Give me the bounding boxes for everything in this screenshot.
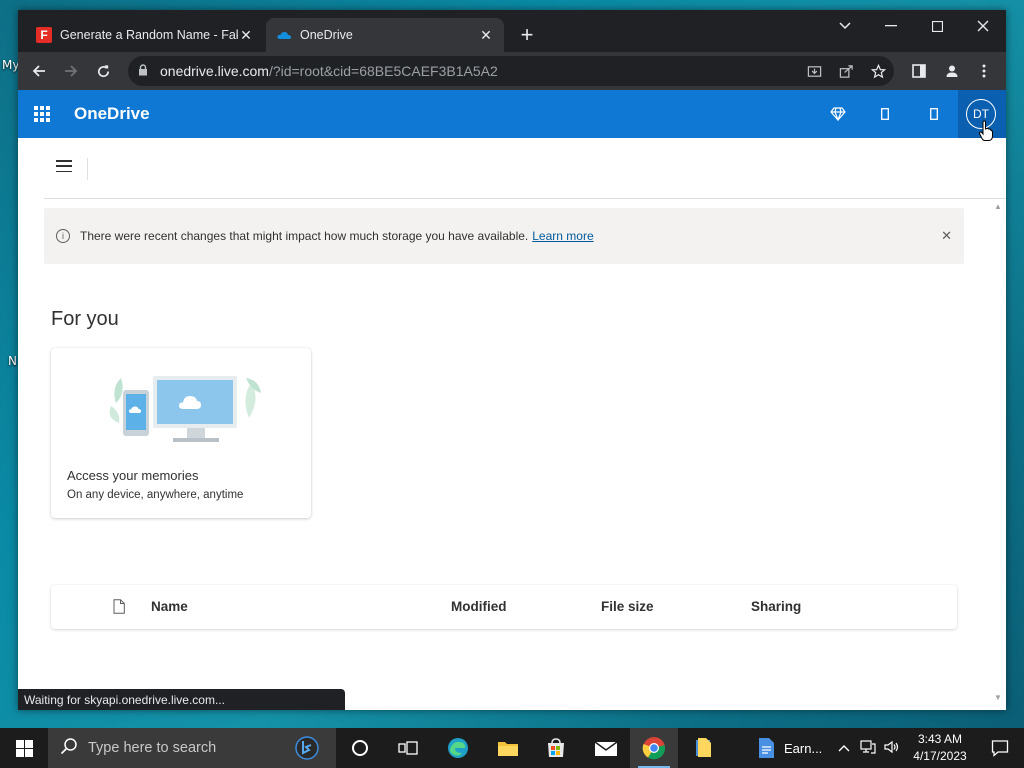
scroll-up-icon[interactable]: ▲ bbox=[994, 202, 1002, 211]
command-bar bbox=[44, 138, 1006, 199]
section-title-for-you: For you bbox=[51, 308, 119, 330]
windows-logo-icon bbox=[15, 739, 33, 757]
notifications-icon[interactable] bbox=[976, 728, 1024, 768]
profile-icon[interactable] bbox=[939, 58, 965, 84]
forward-icon[interactable] bbox=[58, 58, 84, 84]
banner-message: There were recent changes that might imp… bbox=[80, 229, 529, 243]
onedrive-brand[interactable]: OneDrive bbox=[74, 104, 150, 124]
onedrive-page: OneDrive DT i There were recent changes … bbox=[18, 90, 1006, 710]
url-host: onedrive.live.com bbox=[160, 63, 269, 79]
search-placeholder: Type here to search bbox=[88, 740, 217, 756]
mail-icon[interactable] bbox=[582, 728, 630, 768]
share-icon[interactable] bbox=[836, 61, 856, 81]
hamburger-menu-icon[interactable] bbox=[56, 160, 72, 172]
app-launcher-icon[interactable] bbox=[34, 106, 50, 122]
memories-card[interactable]: Access your memories On any device, anyw… bbox=[51, 348, 311, 518]
volume-icon[interactable] bbox=[884, 740, 900, 757]
browser-menu-icon[interactable] bbox=[971, 58, 997, 84]
column-header-file-size[interactable]: File size bbox=[601, 599, 654, 614]
main-content[interactable]: i There were recent changes that might i… bbox=[18, 198, 1006, 710]
dismiss-banner-icon[interactable]: ✕ bbox=[941, 228, 952, 244]
tab-onedrive[interactable]: OneDrive ✕ bbox=[266, 18, 504, 52]
tab-fake-name-generator[interactable]: F Generate a Random Name - Fake ✕ bbox=[26, 18, 264, 52]
earn-app-button[interactable]: Earn... bbox=[740, 728, 830, 768]
cortana-icon[interactable] bbox=[336, 728, 384, 768]
file-list-header: Name Modified File size Sharing bbox=[51, 585, 957, 629]
chrome-taskbar-icon[interactable] bbox=[630, 728, 678, 768]
browser-window: F Generate a Random Name - Fake ✕ OneDri… bbox=[18, 10, 1006, 710]
desktop-icon-label-n[interactable]: N bbox=[8, 354, 17, 368]
header-placeholder-icon[interactable] bbox=[924, 104, 944, 124]
microsoft-store-icon[interactable] bbox=[532, 728, 580, 768]
column-header-modified[interactable]: Modified bbox=[451, 599, 507, 614]
close-tab-icon[interactable]: ✕ bbox=[238, 27, 254, 43]
premium-diamond-icon[interactable] bbox=[828, 104, 848, 124]
header-placeholder-icon[interactable] bbox=[875, 104, 895, 124]
reload-icon[interactable] bbox=[90, 58, 116, 84]
desktop-icon-label-my[interactable]: My bbox=[2, 58, 19, 72]
lock-icon[interactable] bbox=[138, 63, 152, 79]
bing-chat-icon[interactable] bbox=[294, 735, 320, 761]
fakenamegenerator-favicon-icon: F bbox=[36, 27, 52, 43]
learn-more-link[interactable]: Learn more bbox=[532, 229, 593, 243]
tab-search-icon[interactable] bbox=[822, 10, 868, 42]
clock-time: 3:43 AM bbox=[917, 732, 963, 746]
column-header-name[interactable]: Name bbox=[151, 599, 188, 614]
earn-app-label: Earn... bbox=[784, 740, 823, 756]
maximize-button[interactable] bbox=[914, 10, 960, 42]
onedrive-header: OneDrive DT bbox=[18, 90, 1006, 141]
network-icon[interactable] bbox=[860, 739, 876, 757]
start-button[interactable] bbox=[0, 728, 48, 768]
card-title: Access your memories bbox=[67, 468, 199, 483]
side-panel-icon[interactable] bbox=[906, 58, 932, 84]
close-tab-icon[interactable]: ✕ bbox=[478, 27, 494, 43]
document-icon bbox=[759, 738, 774, 758]
devices-cloud-illustration bbox=[109, 376, 261, 442]
file-explorer-icon[interactable] bbox=[484, 728, 532, 768]
clock-date: 4/17/2023 bbox=[913, 749, 967, 763]
windows-taskbar: Type here to search Earn... 3:43 AM 4/17… bbox=[0, 728, 1024, 768]
column-header-sharing[interactable]: Sharing bbox=[751, 599, 801, 614]
command-divider bbox=[87, 158, 88, 180]
file-type-icon bbox=[113, 599, 125, 614]
tab-strip: F Generate a Random Name - Fake ✕ OneDri… bbox=[18, 10, 1006, 52]
card-subtitle: On any device, anywhere, anytime bbox=[67, 489, 244, 501]
account-manager-button[interactable]: DT bbox=[958, 90, 1006, 141]
url-path: /?id=root&cid=68BE5CAEF3B1A5A2 bbox=[268, 63, 498, 79]
pinned-file-icon[interactable] bbox=[680, 728, 728, 768]
taskbar-clock[interactable]: 3:43 AM 4/17/2023 bbox=[900, 731, 980, 765]
tab-title: Generate a Random Name - Fake bbox=[60, 28, 238, 42]
taskbar-search-box[interactable]: Type here to search bbox=[48, 728, 336, 768]
browser-toolbar: onedrive.live.com/?id=root&cid=68BE5CAEF… bbox=[18, 52, 1006, 90]
close-window-button[interactable] bbox=[960, 10, 1006, 42]
search-icon bbox=[60, 737, 78, 760]
onedrive-cloud-icon bbox=[277, 32, 291, 39]
new-tab-button[interactable]: + bbox=[514, 22, 540, 48]
edge-browser-icon[interactable] bbox=[434, 728, 482, 768]
task-view-icon[interactable] bbox=[384, 728, 432, 768]
show-hidden-icons-icon[interactable] bbox=[838, 741, 850, 755]
bookmark-star-icon[interactable] bbox=[868, 61, 888, 81]
system-tray bbox=[838, 728, 900, 768]
back-icon[interactable] bbox=[26, 58, 52, 84]
minimize-button[interactable] bbox=[868, 10, 914, 42]
install-app-icon[interactable] bbox=[804, 61, 824, 81]
browser-status-bubble: Waiting for skyapi.onedrive.live.com... bbox=[18, 689, 345, 710]
info-icon: i bbox=[56, 229, 70, 243]
scroll-down-icon[interactable]: ▼ bbox=[994, 693, 1002, 702]
address-bar[interactable]: onedrive.live.com/?id=root&cid=68BE5CAEF… bbox=[128, 56, 894, 86]
tab-title: OneDrive bbox=[300, 28, 353, 42]
vertical-scrollbar[interactable]: ▲ ▼ bbox=[994, 198, 1002, 710]
storage-notice-banner: i There were recent changes that might i… bbox=[44, 208, 964, 264]
